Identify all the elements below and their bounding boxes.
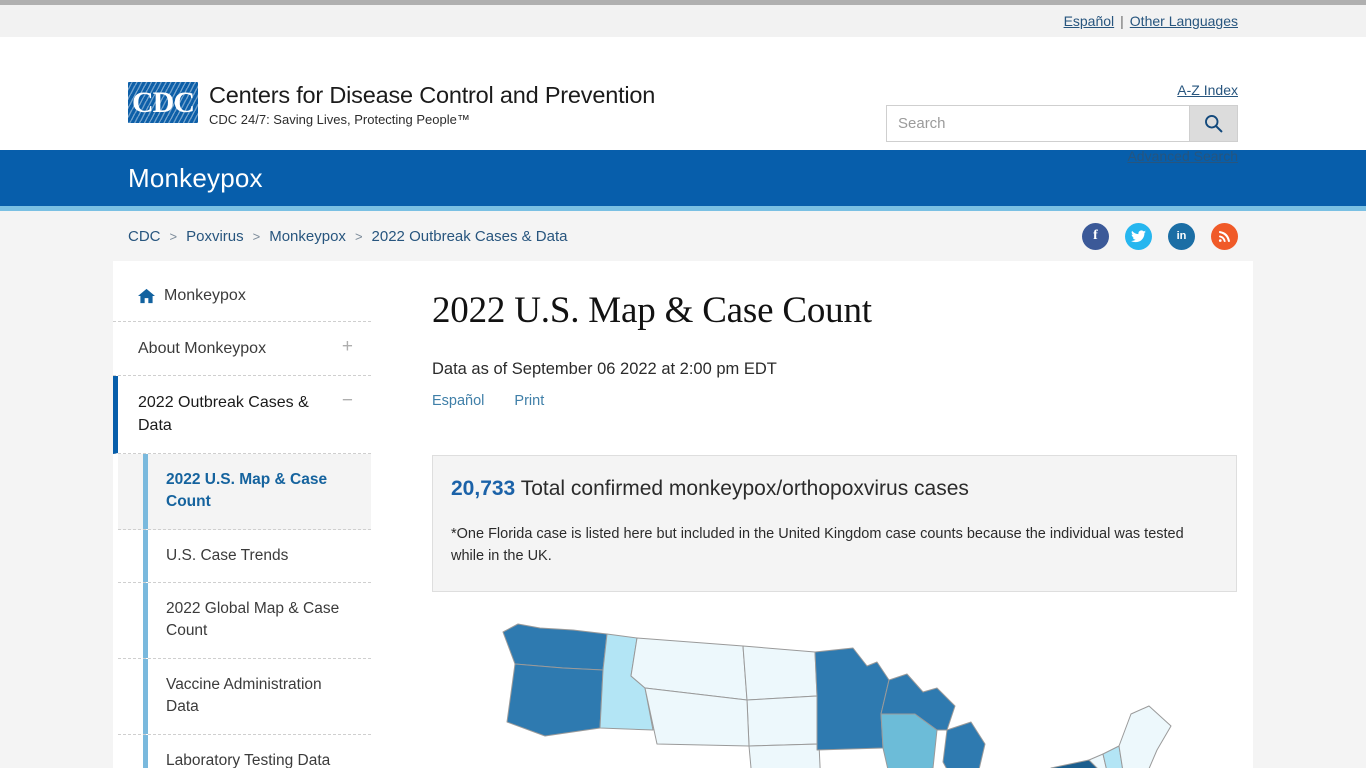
sidebar-home-label[interactable]: Monkeypox [164, 287, 246, 305]
breadcrumb-item-cdc[interactable]: CDC [128, 228, 161, 245]
breadcrumb-separator: > [252, 228, 261, 244]
case-count-footnote: *One Florida case is listed here but inc… [451, 526, 1184, 565]
sidebar-subitem-global-map-case-count[interactable]: 2022 Global Map & Case Count [118, 582, 371, 659]
home-icon [138, 288, 155, 304]
banner-title: Monkeypox [128, 162, 263, 193]
search-button[interactable] [1189, 106, 1237, 141]
sidebar-item-label: 2022 Outbreak Cases & Data [138, 394, 309, 435]
state-sd [746, 695, 819, 747]
cdc-logo-text: Centers for Disease Control and Preventi… [209, 82, 655, 127]
state-mi-lower [942, 721, 985, 768]
sidebar-subitem-us-case-trends[interactable]: U.S. Case Trends [118, 529, 371, 583]
az-index: A-Z Index [886, 82, 1238, 98]
sidebar-subitems: 2022 U.S. Map & Case Count U.S. Case Tre… [113, 453, 385, 768]
sidebar-subitem-label: 2022 U.S. Map & Case Count [166, 470, 328, 511]
sidebar-subitem-label: Vaccine Administration Data [166, 675, 322, 716]
state-ne [748, 743, 821, 768]
cdc-logo-stripes [128, 82, 198, 123]
page-title: 2022 U.S. Map & Case Count [432, 290, 872, 331]
breadcrumb-item-poxvirus[interactable]: Poxvirus [186, 228, 244, 245]
case-count-callout: 20,733 Total confirmed monkeypox/orthopo… [432, 455, 1237, 593]
sidebar-item-label: About Monkeypox [138, 340, 267, 357]
state-nd [742, 645, 817, 701]
collapse-minus-icon[interactable]: − [332, 391, 353, 410]
breadcrumb-separator: > [169, 228, 178, 244]
advanced-search-link[interactable]: Advanced Search [1127, 148, 1238, 164]
espanol-page-link[interactable]: Español [432, 393, 484, 409]
search-box [886, 105, 1238, 142]
case-count-label: Total confirmed monkeypox/orthopoxvirus … [520, 477, 969, 500]
syndicate-glyph [1218, 231, 1230, 242]
cdc-logo-title: Centers for Disease Control and Preventi… [209, 82, 656, 108]
utility-links: Español Print [432, 393, 1237, 409]
breadcrumb-separator: > [354, 228, 363, 244]
facebook-icon[interactable]: f [1082, 222, 1109, 250]
sidebar-subitem-vaccine-administration-data[interactable]: Vaccine Administration Data [118, 658, 371, 735]
cdc-logo[interactable]: CDC Centers for Disease Control and Prev… [128, 82, 655, 127]
breadcrumb-item-monkeypox[interactable]: Monkeypox [269, 228, 346, 245]
twitter-icon[interactable] [1125, 222, 1152, 250]
breadcrumb: CDC > Poxvirus > Monkeypox > 2022 Outbre… [128, 228, 567, 245]
us-choropleth-map[interactable] [432, 618, 1237, 768]
site-header: CDC Centers for Disease Control and Prev… [0, 37, 1366, 164]
advanced-search: Advanced Search [886, 148, 1238, 164]
language-bar: Español | Other Languages [0, 5, 1366, 37]
print-link[interactable]: Print [514, 393, 544, 409]
sidebar-subitem-us-map-case-count[interactable]: 2022 U.S. Map & Case Count [118, 453, 371, 530]
linkedin-icon[interactable]: in [1168, 222, 1195, 250]
breadcrumb-item-current[interactable]: 2022 Outbreak Cases & Data [372, 228, 568, 245]
sidebar: Monkeypox About Monkeypox + 2022 Outbrea… [113, 261, 385, 768]
state-me [1118, 705, 1171, 768]
sidebar-subitem-laboratory-testing-data[interactable]: Laboratory Testing Data [118, 734, 371, 768]
breadcrumb-bar: CDC > Poxvirus > Monkeypox > 2022 Outbre… [0, 211, 1366, 261]
az-index-link[interactable]: A-Z Index [1177, 82, 1238, 98]
case-count-headline: 20,733 Total confirmed monkeypox/orthopo… [451, 477, 1212, 501]
sidebar-home[interactable]: Monkeypox [113, 287, 371, 322]
sidebar-subitem-label: 2022 Global Map & Case Count [166, 599, 340, 640]
sidebar-item-2022-outbreak-cases-data[interactable]: 2022 Outbreak Cases & Data − [113, 376, 371, 454]
search-input[interactable] [887, 106, 1189, 141]
sidebar-subitem-label: U.S. Case Trends [166, 546, 289, 564]
syndicate-icon[interactable] [1211, 222, 1238, 250]
main-content: 2022 U.S. Map & Case Count Data as of Se… [385, 261, 1253, 768]
expand-plus-icon[interactable]: + [332, 337, 353, 356]
us-map-svg [502, 623, 1171, 768]
state-or [506, 663, 603, 737]
social-share-group: f in [1082, 222, 1238, 250]
search-zone: A-Z Index Advanced Search [886, 82, 1238, 164]
cdc-logo-tagline: CDC 24/7: Saving Lives, Protecting Peopl… [209, 112, 470, 128]
content-shell: Monkeypox About Monkeypox + 2022 Outbrea… [113, 261, 1253, 768]
other-languages-link[interactable]: Other Languages [1130, 13, 1238, 29]
state-mn [814, 647, 889, 751]
state-wa [502, 623, 607, 671]
twitter-bird-glyph [1131, 229, 1146, 242]
language-separator: | [1120, 13, 1124, 29]
search-icon [1205, 115, 1223, 133]
cdc-logo-mark-icon: CDC [128, 82, 198, 123]
espanol-link[interactable]: Español [1064, 13, 1115, 29]
sidebar-item-about-monkeypox[interactable]: About Monkeypox + [113, 322, 371, 377]
data-as-of-text: Data as of September 06 2022 at 2:00 pm … [432, 360, 777, 378]
sidebar-subitem-label: Laboratory Testing Data [166, 751, 331, 768]
case-count-number: 20,733 [451, 477, 516, 500]
